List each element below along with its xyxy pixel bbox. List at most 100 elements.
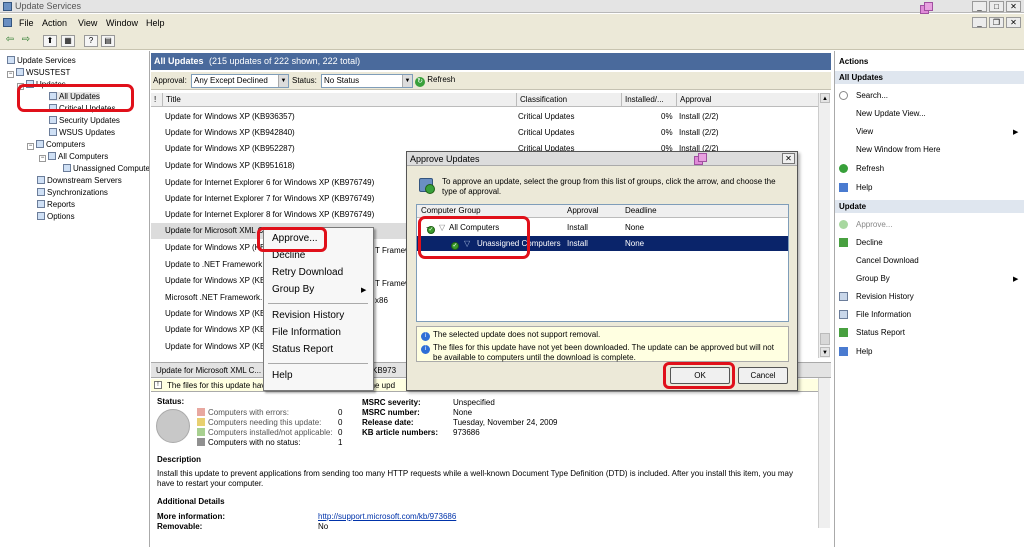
tree-unassigned-computers[interactable]: Unassigned Computers bbox=[63, 164, 149, 173]
action-file-information[interactable]: File Information bbox=[839, 310, 911, 319]
tree-wsus-updates[interactable]: WSUS Updates bbox=[49, 128, 115, 137]
inner-close-button[interactable]: ✕ bbox=[1006, 17, 1021, 28]
row-approval: Install (2/2) bbox=[679, 128, 719, 137]
action-revision-history[interactable]: Revision History bbox=[839, 292, 914, 301]
table-row[interactable]: Update for Windows XP (KB... bbox=[151, 273, 264, 289]
more-info-link[interactable]: http://support.microsoft.com/kb/973686 bbox=[318, 512, 456, 521]
options-icon bbox=[37, 212, 45, 220]
tree-wsustest[interactable]: − WSUSTEST bbox=[7, 68, 70, 78]
inner-restore-button[interactable]: ❐ bbox=[989, 17, 1004, 28]
legend-label: Computers installed/not applicable: bbox=[208, 428, 333, 437]
table-row[interactable]: Update to .NET Framework... bbox=[151, 257, 264, 273]
col-approval[interactable]: Approval bbox=[680, 95, 712, 104]
action-cancel-download[interactable]: Cancel Download bbox=[839, 256, 919, 265]
table-row[interactable]: Update for Windows XP (KB... bbox=[151, 339, 264, 355]
minimize-button[interactable]: _ bbox=[972, 1, 987, 12]
col-installed[interactable]: Installed/... bbox=[625, 95, 664, 104]
tree-update-services[interactable]: Update Services bbox=[7, 56, 76, 65]
refresh-button[interactable]: ↻ Refresh bbox=[415, 75, 455, 87]
status-label: Status: bbox=[292, 76, 317, 85]
table-scrollbar[interactable]: ▲ ▼ bbox=[818, 93, 830, 358]
tree-security-updates[interactable]: Security Updates bbox=[49, 116, 120, 125]
help-icon[interactable]: ? bbox=[84, 35, 98, 47]
action-label: Approve... bbox=[856, 220, 893, 229]
updates-icon bbox=[49, 128, 57, 136]
submenu-arrow-icon: ▶ bbox=[361, 287, 367, 294]
ctx-status-report[interactable]: Status Report bbox=[272, 344, 333, 355]
maximize-button[interactable]: □ bbox=[989, 1, 1004, 12]
menu-file[interactable]: File bbox=[19, 18, 34, 28]
ctx-separator bbox=[268, 303, 368, 304]
action-approve[interactable]: Approve... bbox=[839, 220, 892, 229]
action-new-window[interactable]: New Window from Here bbox=[839, 145, 940, 154]
inner-minimize-button[interactable]: _ bbox=[972, 17, 987, 28]
action-pane-icon[interactable]: ▤ bbox=[101, 35, 115, 47]
collapse-icon[interactable]: − bbox=[7, 71, 14, 78]
tree-label: Update Services bbox=[17, 56, 76, 65]
tree-reports[interactable]: Reports bbox=[37, 200, 75, 209]
action-help-2[interactable]: Help bbox=[839, 347, 872, 356]
row-approval: Install (2/2) bbox=[679, 112, 719, 121]
actions-section-update: Update bbox=[835, 200, 1024, 213]
scroll-up-icon[interactable]: ▲ bbox=[820, 93, 830, 103]
collapse-icon[interactable]: − bbox=[27, 143, 34, 150]
forward-arrow-icon[interactable]: ⇨ bbox=[19, 35, 33, 47]
ctx-file-information[interactable]: File Information bbox=[272, 327, 341, 338]
col-title[interactable]: Title bbox=[166, 95, 181, 104]
up-folder-icon[interactable]: ⬆ bbox=[43, 35, 57, 47]
ctx-help[interactable]: Help bbox=[272, 370, 293, 381]
ctx-retry-download[interactable]: Retry Download bbox=[272, 267, 343, 278]
action-refresh[interactable]: Refresh bbox=[839, 164, 884, 173]
approval-dropdown[interactable]: Any Except Declined ▼ bbox=[191, 74, 289, 88]
menu-help[interactable]: Help bbox=[146, 18, 165, 28]
details-scrollbar[interactable] bbox=[818, 378, 830, 528]
group-deadline: None bbox=[625, 223, 645, 232]
tree-downstream-servers[interactable]: Downstream Servers bbox=[37, 176, 122, 185]
action-label: New Window from Here bbox=[856, 145, 941, 154]
row-partial-text: x86 bbox=[375, 296, 388, 305]
menu-view[interactable]: View bbox=[78, 18, 97, 28]
scroll-down-icon[interactable]: ▼ bbox=[820, 347, 830, 357]
tree-all-computers[interactable]: − All Computers bbox=[39, 152, 108, 162]
highlight-computer-groups bbox=[418, 216, 530, 259]
ctx-label: Revision History bbox=[272, 310, 345, 321]
status-dropdown[interactable]: No Status ▼ bbox=[321, 74, 413, 88]
action-status-report[interactable]: Status Report bbox=[839, 328, 905, 337]
col-classification[interactable]: Classification bbox=[520, 95, 567, 104]
collapse-icon[interactable]: − bbox=[39, 155, 46, 162]
show-hide-tree-icon[interactable]: ▦ bbox=[61, 35, 75, 47]
table-row[interactable]: Microsoft .NET Framework... bbox=[151, 290, 264, 306]
ctx-separator bbox=[268, 363, 368, 364]
close-button[interactable]: ✕ bbox=[1006, 1, 1021, 12]
ctx-revision-history[interactable]: Revision History bbox=[272, 310, 344, 321]
action-search[interactable]: Search... bbox=[839, 91, 888, 100]
table-row[interactable]: Update for Windows XP (KB... bbox=[151, 322, 264, 338]
tree-computers[interactable]: − Computers bbox=[27, 140, 85, 150]
tree-options[interactable]: Options bbox=[37, 212, 75, 221]
table-row[interactable]: Update for Windows XP (KB... bbox=[151, 306, 264, 322]
action-group-by[interactable]: Group By bbox=[839, 274, 890, 283]
dialog-close-button[interactable]: ✕ bbox=[782, 153, 795, 164]
scroll-thumb[interactable] bbox=[820, 333, 830, 345]
action-help[interactable]: Help bbox=[839, 183, 872, 192]
legend-value: 0 bbox=[338, 418, 343, 427]
status-heading: Status: bbox=[157, 397, 185, 406]
legend-swatch bbox=[197, 418, 205, 426]
toolbar: ⇦ ⇨ ⬆ ▦ ? ▤ bbox=[0, 32, 1024, 50]
ctx-group-by[interactable]: Group By bbox=[272, 284, 314, 295]
tree-synchronizations[interactable]: Synchronizations bbox=[37, 188, 108, 197]
cancel-button[interactable]: Cancel bbox=[738, 367, 788, 384]
action-view[interactable]: View bbox=[839, 127, 873, 136]
table-row[interactable]: Update for Windows XP (KB... bbox=[151, 240, 264, 256]
table-row[interactable]: Update for Windows XP (KB936357) Critical… bbox=[151, 109, 818, 125]
menu-window[interactable]: Window bbox=[106, 18, 138, 28]
action-new-update-view[interactable]: New Update View... bbox=[839, 109, 926, 118]
action-decline[interactable]: Decline bbox=[839, 238, 883, 247]
menu-action[interactable]: Action bbox=[42, 18, 67, 28]
file-info-icon bbox=[839, 310, 848, 319]
table-row[interactable]: Update for Windows XP (KB942840) Critical… bbox=[151, 125, 818, 141]
grid-col-group: Computer Group bbox=[421, 206, 481, 215]
chevron-down-icon: ▼ bbox=[278, 75, 288, 87]
back-arrow-icon[interactable]: ⇦ bbox=[3, 35, 17, 47]
ctx-label: Group By bbox=[272, 284, 315, 295]
